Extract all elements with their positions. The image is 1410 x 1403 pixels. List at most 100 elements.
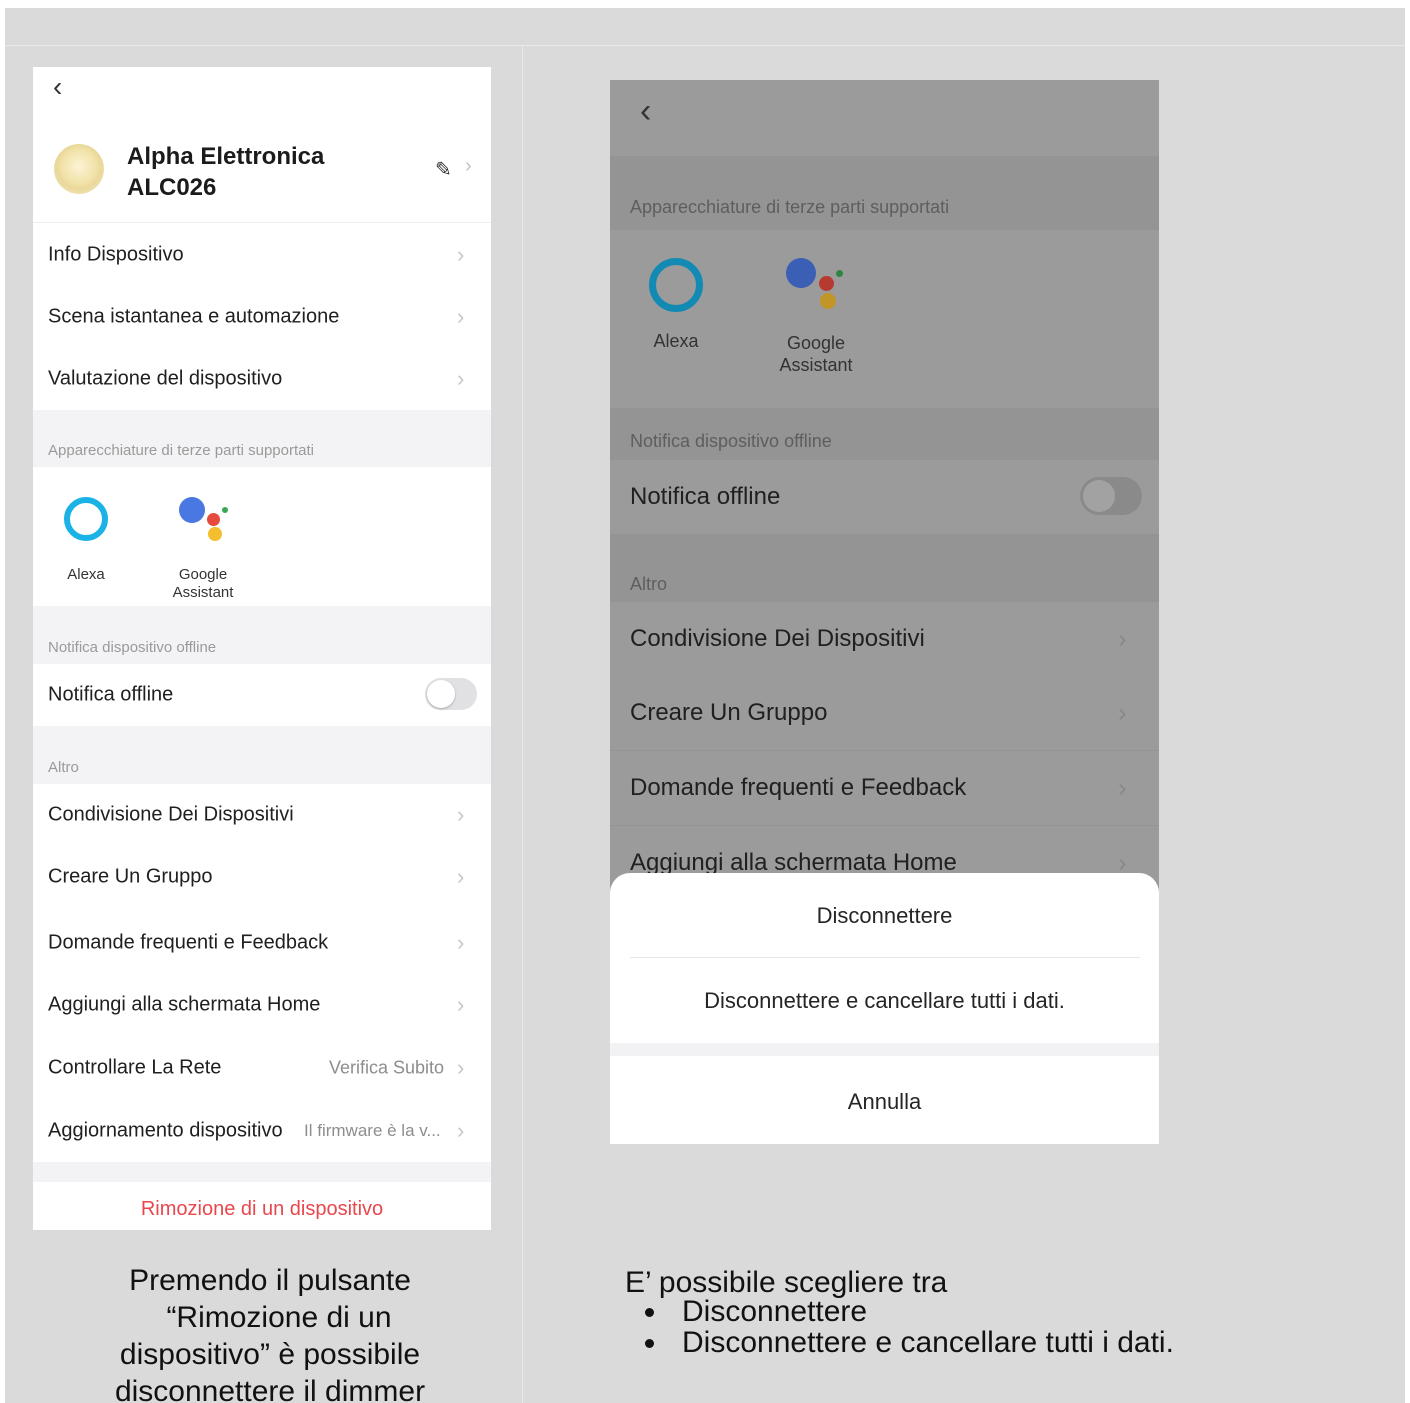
section-title: Altro (48, 759, 79, 776)
menu-item-label: Domande frequenti e Feedback (630, 774, 967, 801)
offline-notification-row: Notifica offline (610, 460, 1159, 534)
menu-item-valutazione[interactable]: Valutazione del dispositivo › (33, 348, 491, 410)
sheet-gap (610, 1043, 1159, 1056)
google-assistant-icon (786, 252, 850, 316)
menu-item-value: Verifica Subito (329, 1057, 445, 1078)
disconnect-and-wipe-button[interactable]: Disconnettere e cancellare tutti i dati. (610, 988, 1159, 1014)
menu-item-label: Aggiornamento dispositivo (48, 1119, 283, 1142)
assistant-label-line2: Assistant (172, 584, 234, 601)
column-divider (522, 46, 523, 1403)
assistant-alexa[interactable]: Alexa (638, 250, 714, 360)
offline-notification-label: Notifica offline (630, 483, 781, 510)
menu-item-scena[interactable]: Scena istantanea e automazione › (33, 286, 491, 348)
section-title: Notifica dispositivo offline (48, 639, 217, 656)
chevron-right-icon: › (457, 242, 465, 267)
offline-notification-label: Notifica offline (48, 683, 174, 706)
chevron-right-icon: › (457, 1118, 465, 1143)
assistant-label-line1: Google (178, 566, 228, 583)
caption-line: dispositivo” è possibile (119, 1338, 421, 1371)
toggle-knob (427, 680, 455, 708)
chevron-right-icon: › (1118, 623, 1127, 654)
assistant-label: Google Assistant (163, 566, 243, 602)
section-title: Altro (630, 574, 668, 594)
section-spacer (33, 1162, 491, 1182)
caption-line: Premendo il pulsante (129, 1264, 411, 1297)
menu-item-faq[interactable]: Domande frequenti e Feedback › (33, 912, 491, 974)
menu-item-creare-gruppo[interactable]: Creare Un Gruppo › (610, 676, 1159, 750)
assistant-label: Alexa (67, 566, 105, 583)
caption-list: Disconnettere Disconnettere e cancellare… (625, 1296, 1174, 1358)
caption-line: “Rimozione di un (166, 1301, 392, 1334)
chevron-right-icon: › (457, 802, 465, 827)
alexa-icon (64, 497, 108, 541)
caption-list-item: Disconnettere e cancellare tutti i dati. (625, 1327, 1174, 1358)
chevron-right-icon: › (465, 155, 472, 177)
device-name-line2: ALC026 (127, 174, 217, 201)
section-title: Apparecchiature di terze parti supportat… (48, 442, 314, 459)
chevron-right-icon: › (457, 864, 465, 889)
sheet-divider (630, 957, 1140, 958)
google-red-dot (819, 276, 834, 291)
disconnect-sheet-screenshot: ‹ Apparecchiature di terze parti support… (610, 80, 1159, 1144)
menu-item-label: Aggiungi alla schermata Home (48, 993, 321, 1016)
chevron-right-icon: › (457, 304, 465, 329)
section-header-offline: Notifica dispositivo offline (33, 606, 491, 664)
assistant-label: Google Assistant (768, 332, 864, 376)
section-title: Notifica dispositivo offline (630, 431, 832, 451)
remove-device-button[interactable]: Rimozione di un dispositivo (33, 1182, 491, 1230)
section-title: Apparecchiature di terze parti supportat… (630, 197, 950, 217)
chevron-right-icon: › (457, 992, 465, 1017)
chevron-right-icon: › (1118, 772, 1127, 803)
device-avatar (54, 144, 104, 194)
google-green-dot (836, 270, 843, 277)
menu-item-home-screen[interactable]: Aggiungi alla schermata Home › (33, 974, 491, 1036)
offline-notification-row: Notifica offline (33, 664, 491, 726)
menu-item-label: Info Dispositivo (48, 243, 184, 266)
disconnect-action-sheet: Disconnettere Disconnettere e cancellare… (610, 873, 1159, 1144)
disconnect-button[interactable]: Disconnettere (610, 903, 1159, 929)
google-yellow-dot (820, 293, 836, 309)
device-name: Alpha Elettronica ALC026 (127, 141, 324, 203)
google-blue-dot (179, 497, 205, 523)
back-arrow-icon[interactable]: ‹ (640, 94, 651, 128)
assistant-google[interactable]: Google Assistant (163, 487, 243, 601)
assistant-label-line1: Google (786, 333, 846, 353)
assistants-panel: Alexa Google Assistant (610, 230, 1159, 408)
device-name-line1: Alpha Elettronica (127, 143, 325, 170)
offline-notification-toggle[interactable] (425, 678, 477, 710)
section-header-other: Altro (33, 726, 491, 784)
menu-item-controllare-rete[interactable]: Controllare La Rete Verifica Subito › (33, 1037, 491, 1099)
menu-item-condivisione[interactable]: Condivisione Dei Dispositivi › (610, 602, 1159, 676)
alexa-icon (649, 258, 703, 312)
menu-item-label: Domande frequenti e Feedback (48, 931, 329, 954)
chevron-right-icon: › (457, 366, 465, 391)
menu-item-faq[interactable]: Domande frequenti e Feedback › (610, 751, 1159, 825)
menu-item-info-dispositivo[interactable]: Info Dispositivo › (33, 224, 491, 286)
menu-item-label: Creare Un Gruppo (48, 865, 213, 888)
chevron-right-icon: › (457, 930, 465, 955)
device-header[interactable]: Alpha Elettronica ALC026 ✎ › (33, 137, 491, 223)
menu-item-aggiornamento[interactable]: Aggiornamento dispositivo Il firmware è … (33, 1100, 491, 1162)
offline-notification-toggle[interactable] (1080, 477, 1142, 515)
menu-item-label: Valutazione del dispositivo (48, 367, 283, 390)
chevron-right-icon: › (457, 1055, 465, 1080)
assistants-panel: Alexa Google Assistant (33, 467, 491, 606)
assistant-label-line2: Assistant (779, 355, 853, 375)
menu-item-label: Creare Un Gruppo (630, 699, 828, 726)
menu-item-label: Scena istantanea e automazione (48, 305, 340, 328)
back-arrow-icon[interactable]: ‹ (53, 73, 62, 101)
edit-pencil-icon[interactable]: ✎ (435, 157, 452, 182)
assistant-google[interactable]: Google Assistant (768, 250, 864, 380)
assistant-label: Alexa (653, 331, 699, 351)
remove-device-label: Rimozione di un dispositivo (140, 1198, 384, 1220)
toggle-knob (1083, 480, 1115, 512)
menu-item-value: Il firmware è la v... (304, 1121, 441, 1140)
section-header-third-party: Apparecchiature di terze parti supportat… (33, 410, 491, 467)
assistant-alexa[interactable]: Alexa (53, 487, 119, 587)
menu-item-condivisione[interactable]: Condivisione Dei Dispositivi › (33, 784, 491, 846)
caption-right: E’ possibile scegliere tra Disconnettere… (625, 1266, 1174, 1358)
device-settings-screenshot: ‹ Alpha Elettronica ALC026 ✎ › Info Disp… (33, 67, 491, 1230)
cancel-button[interactable]: Annulla (610, 1089, 1159, 1115)
menu-item-creare-gruppo[interactable]: Creare Un Gruppo › (33, 846, 491, 908)
menu-item-label: Condivisione Dei Dispositivi (630, 625, 925, 652)
